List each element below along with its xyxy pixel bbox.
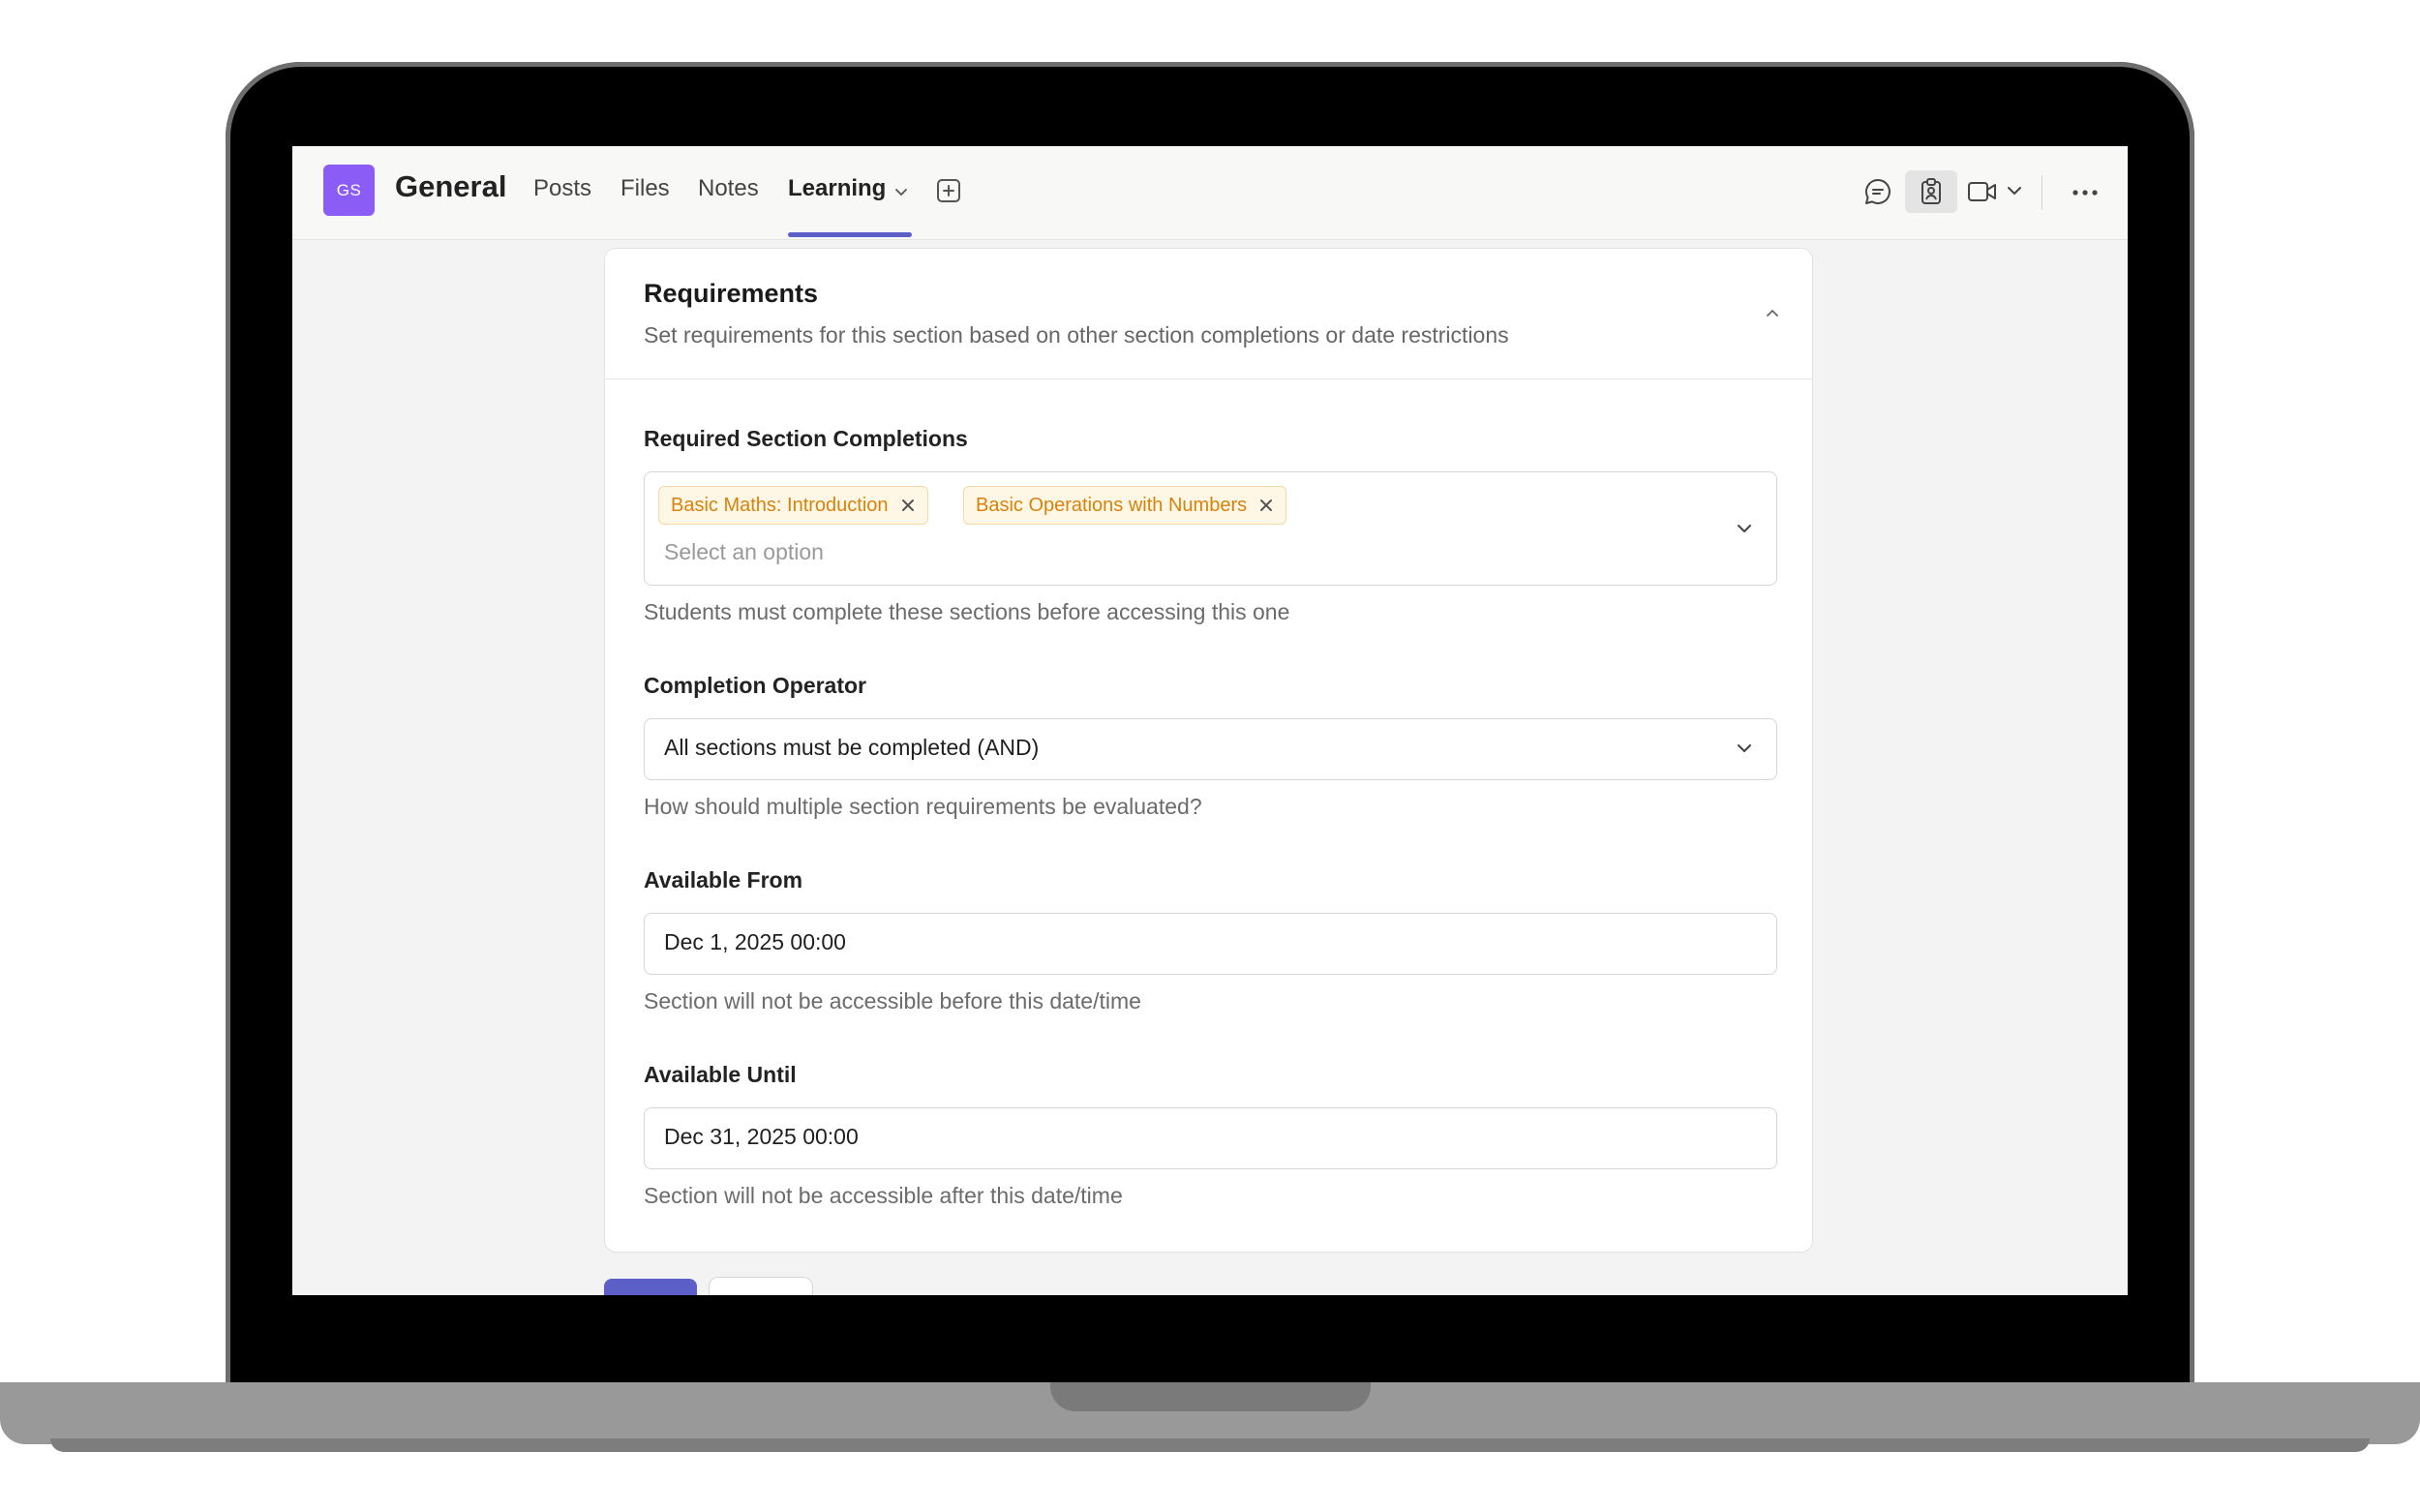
app-screen: GS General Posts Files Notes Learning Re… bbox=[292, 146, 2128, 1295]
tab-posts[interactable]: Posts bbox=[533, 175, 591, 202]
available-until-value: Dec 31, 2025 00:00 bbox=[664, 1124, 859, 1149]
add-tab-icon[interactable] bbox=[934, 176, 963, 205]
chat-icon[interactable] bbox=[1860, 174, 1895, 209]
chevron-down-icon[interactable] bbox=[890, 180, 913, 203]
call-options-chevron-icon[interactable] bbox=[2002, 178, 2027, 203]
required-sections-multiselect[interactable]: Basic Maths: Introduction Basic Operatio… bbox=[644, 471, 1777, 586]
available-from-helper: Section will not be accessible before th… bbox=[644, 988, 1141, 1013]
laptop-base-shadow bbox=[50, 1438, 2370, 1452]
laptop-notch bbox=[1050, 1382, 1371, 1411]
completion-operator-value: All sections must be completed (AND) bbox=[664, 735, 1040, 760]
available-from-input[interactable]: Dec 1, 2025 00:00 bbox=[644, 913, 1777, 975]
close-icon[interactable] bbox=[900, 498, 916, 513]
chip-label: Basic Operations with Numbers bbox=[976, 494, 1248, 516]
channel-header: GS General Posts Files Notes Learning bbox=[292, 146, 2128, 240]
completion-operator-helper: How should multiple section requirements… bbox=[644, 794, 1202, 819]
required-sections-label: Required Section Completions bbox=[644, 426, 968, 451]
required-sections-helper: Students must complete these sections be… bbox=[644, 599, 1290, 624]
tab-notes[interactable]: Notes bbox=[698, 175, 759, 202]
chip-label: Basic Maths: Introduction bbox=[671, 494, 889, 516]
clipboard-icon[interactable] bbox=[1905, 170, 1957, 213]
available-until-label: Available Until bbox=[644, 1062, 797, 1087]
requirements-title: Requirements bbox=[644, 279, 819, 308]
active-tab-indicator bbox=[788, 232, 912, 237]
tab-files[interactable]: Files bbox=[620, 175, 670, 202]
chevron-down-icon[interactable] bbox=[1731, 735, 1758, 762]
multiselect-placeholder[interactable]: Select an option bbox=[664, 539, 824, 565]
tab-learning[interactable]: Learning bbox=[788, 175, 886, 202]
completion-operator-label: Completion Operator bbox=[644, 673, 867, 698]
cancel-button[interactable] bbox=[709, 1277, 813, 1295]
chip-basic-operations[interactable]: Basic Operations with Numbers bbox=[963, 486, 1287, 525]
requirements-header[interactable]: Requirements Set requirements for this s… bbox=[605, 249, 1812, 379]
close-icon[interactable] bbox=[1258, 498, 1274, 513]
completion-operator-select[interactable]: All sections must be completed (AND) bbox=[644, 718, 1777, 780]
channel-title: General bbox=[395, 169, 507, 203]
requirements-card: Requirements Set requirements for this s… bbox=[604, 248, 1813, 1253]
available-from-value: Dec 1, 2025 00:00 bbox=[664, 929, 846, 954]
chip-basic-maths-intro[interactable]: Basic Maths: Introduction bbox=[658, 486, 928, 525]
chevron-up-icon[interactable] bbox=[1757, 297, 1788, 328]
more-icon[interactable] bbox=[2068, 175, 2102, 210]
chevron-down-icon[interactable] bbox=[1731, 515, 1758, 542]
available-until-input[interactable]: Dec 31, 2025 00:00 bbox=[644, 1107, 1777, 1169]
save-button[interactable] bbox=[604, 1279, 697, 1295]
available-until-helper: Section will not be accessible after thi… bbox=[644, 1183, 1123, 1208]
video-icon[interactable] bbox=[1965, 174, 2000, 209]
available-from-label: Available From bbox=[644, 867, 803, 892]
requirements-subtitle: Set requirements for this section based … bbox=[644, 322, 1509, 348]
team-avatar[interactable]: GS bbox=[323, 165, 375, 216]
